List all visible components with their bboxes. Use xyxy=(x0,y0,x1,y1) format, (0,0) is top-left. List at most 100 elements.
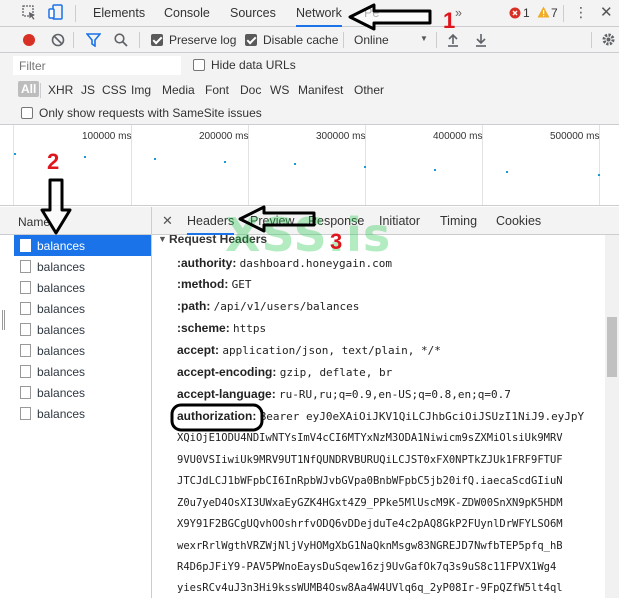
request-row[interactable]: balances xyxy=(14,382,151,403)
disable-cache-checkbox[interactable] xyxy=(245,34,257,46)
close-icon[interactable]: ✕ xyxy=(600,3,613,21)
timeline-tick: 100000 ms xyxy=(82,131,132,142)
file-icon xyxy=(20,344,31,357)
hide-data-urls-label: Hide data URLs xyxy=(211,58,296,72)
type-filter-font[interactable]: Font xyxy=(205,83,229,97)
request-dot xyxy=(598,174,600,176)
request-dot xyxy=(154,158,156,160)
type-filter-ws[interactable]: WS xyxy=(270,83,289,97)
file-icon xyxy=(20,386,31,399)
request-row[interactable]: balances xyxy=(14,277,151,298)
request-row[interactable]: balances xyxy=(14,235,151,256)
request-dot xyxy=(294,163,296,165)
type-filter-xhr[interactable]: XHR xyxy=(48,83,73,97)
request-row[interactable]: balances xyxy=(14,298,151,319)
device-toolbar-icon[interactable] xyxy=(48,4,64,21)
timeline-tick: 300000 ms xyxy=(316,131,366,142)
warning-count: 7 xyxy=(551,6,558,20)
request-dot xyxy=(364,166,366,168)
network-overview[interactable]: 100000 ms 200000 ms 300000 ms 400000 ms … xyxy=(0,125,619,206)
file-icon xyxy=(20,239,31,252)
tab-console[interactable]: Console xyxy=(164,6,210,20)
hide-data-urls-checkbox[interactable] xyxy=(193,59,205,71)
resource-type-bar: All XHR JS CSS Img Media Font Doc WS Man… xyxy=(0,78,619,103)
header-row: :path: /api/v1/users/balances xyxy=(177,299,360,313)
type-filter-img[interactable]: Img xyxy=(131,83,151,97)
type-filter-doc[interactable]: Doc xyxy=(240,83,261,97)
error-icon[interactable] xyxy=(509,7,521,19)
tab-network[interactable]: Network xyxy=(296,6,342,27)
import-har-icon[interactable] xyxy=(447,32,459,47)
annotation-number-1: 1 xyxy=(443,8,456,33)
request-dot xyxy=(224,161,226,163)
type-filter-js[interactable]: JS xyxy=(81,83,95,97)
file-icon xyxy=(20,260,31,273)
type-filter-other[interactable]: Other xyxy=(354,83,384,97)
token-line: Z0u7yeD4OsXI3UWxaEyGZK4HGxt4Z9_PPke5MlUs… xyxy=(177,497,563,509)
resize-handle[interactable] xyxy=(2,310,5,330)
request-dot xyxy=(434,169,436,171)
request-list: balances balances balances balances bala… xyxy=(0,235,152,598)
request-row[interactable]: balances xyxy=(14,319,151,340)
disable-cache-label: Disable cache xyxy=(263,33,339,47)
annotation-circle xyxy=(170,403,264,432)
token-line: 9VU0VSIiwiUk9MRV9UT1NfQUNDRVBURUQiLCJST0… xyxy=(177,454,563,466)
header-row: :scheme: https xyxy=(177,321,267,335)
scrollbar-thumb[interactable] xyxy=(607,317,617,377)
file-icon xyxy=(20,365,31,378)
scrollbar[interactable] xyxy=(605,235,619,598)
type-filter-css[interactable]: CSS xyxy=(102,83,127,97)
clear-icon[interactable] xyxy=(51,33,65,47)
samesite-checkbox[interactable] xyxy=(21,107,33,119)
kebab-menu-icon[interactable]: ⋮ xyxy=(574,4,588,21)
more-tabs-icon[interactable]: » xyxy=(455,6,462,20)
chevron-down-icon[interactable]: ▼ xyxy=(420,34,428,43)
request-row[interactable]: balances xyxy=(14,340,151,361)
token-line: wexrRrlWgthVRZWjNljVyHOMgXbG1NaQknMsgw83… xyxy=(177,540,563,552)
record-icon[interactable] xyxy=(22,33,36,47)
inspect-element-icon[interactable] xyxy=(22,5,37,20)
tab-elements[interactable]: Elements xyxy=(93,6,145,20)
section-toggle-icon[interactable]: ▼ xyxy=(158,235,167,244)
search-icon[interactable] xyxy=(114,33,128,47)
type-filter-manifest[interactable]: Manifest xyxy=(298,83,343,97)
file-icon xyxy=(20,323,31,336)
samesite-row: Only show requests with SameSite issues xyxy=(0,103,619,125)
annotation-arrow-left-icon xyxy=(238,205,316,233)
file-icon xyxy=(20,302,31,315)
request-dot xyxy=(84,156,86,158)
preserve-log-checkbox[interactable] xyxy=(151,34,163,46)
file-icon xyxy=(20,407,31,420)
request-dot xyxy=(14,153,16,155)
type-filter-all[interactable]: All xyxy=(18,81,40,97)
request-dot xyxy=(506,171,508,173)
annotation-number-3: 3 xyxy=(330,229,343,254)
warning-icon[interactable] xyxy=(537,6,550,18)
header-row: accept-encoding: gzip, deflate, br xyxy=(177,365,393,379)
throttling-select[interactable]: Online xyxy=(354,33,389,47)
request-row[interactable]: balances xyxy=(14,361,151,382)
annotation-number-2: 2 xyxy=(47,149,60,174)
export-har-icon[interactable] xyxy=(475,32,487,47)
token-line: X9Y91F2BGCgUQvhOOshrfvODQ6vDDejduTe4c2pA… xyxy=(177,518,563,530)
samesite-label: Only show requests with SameSite issues xyxy=(39,106,262,120)
file-icon xyxy=(20,281,31,294)
tab-cookies[interactable]: Cookies xyxy=(496,214,541,228)
annotation-arrow-down-icon xyxy=(40,178,72,235)
request-list-header[interactable]: Name xyxy=(0,207,152,235)
tab-timing[interactable]: Timing xyxy=(440,214,477,228)
gear-icon[interactable] xyxy=(601,32,616,47)
header-row: accept-language: ru-RU,ru;q=0.9,en-US;q=… xyxy=(177,387,511,401)
type-filter-media[interactable]: Media xyxy=(162,83,195,97)
request-row[interactable]: balances xyxy=(14,256,151,277)
token-line: yiesRCv4uJ3n3Hi9kssWUMB4Osw8Aa4W4UVlq6q_… xyxy=(177,582,563,594)
timeline-tick: 200000 ms xyxy=(199,131,249,142)
filter-input[interactable] xyxy=(13,56,181,75)
timeline-tick: 500000 ms xyxy=(550,131,600,142)
close-detail-icon[interactable]: ✕ xyxy=(162,213,173,229)
request-row[interactable]: balances xyxy=(14,403,151,424)
annotation-arrow-left-icon xyxy=(348,3,432,31)
tab-sources[interactable]: Sources xyxy=(230,6,276,20)
token-line: JTCJdLCJ1bWFpbCI6InRpbWJvbGVpa0BnbWFpbC5… xyxy=(177,475,563,487)
filter-icon[interactable] xyxy=(86,33,101,47)
